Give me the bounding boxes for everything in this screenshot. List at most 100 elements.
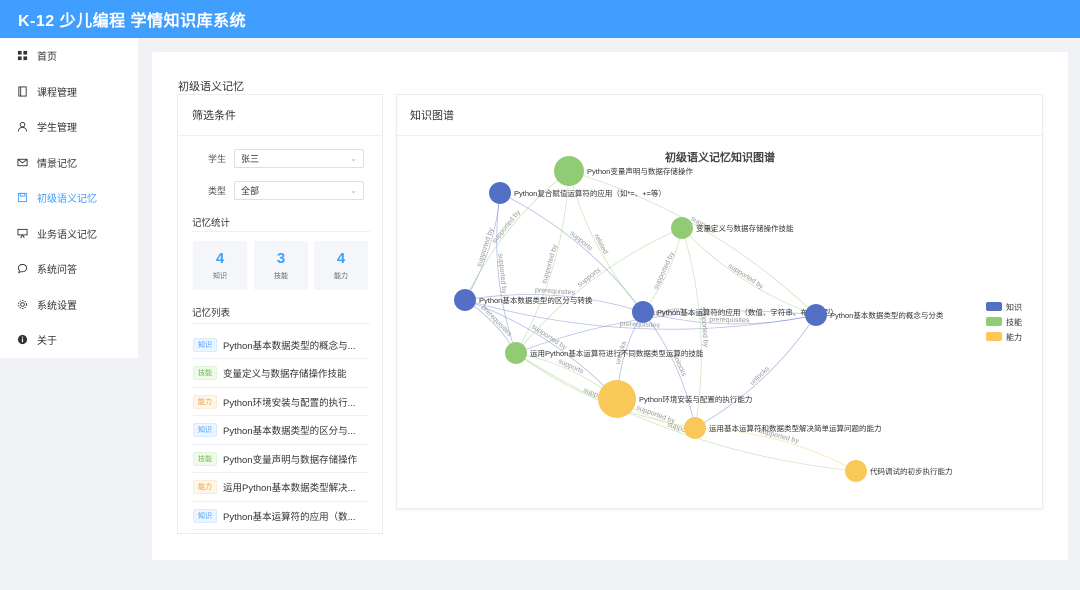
sidebar-item[interactable]: 情景记忆 — [0, 145, 138, 181]
memory-list-item[interactable]: 能力 运用Python基本数据类型解决... — [191, 474, 369, 502]
student-filter-row: 学生 张三 ⌄ — [178, 149, 384, 168]
graph-node-label: 运用基本运算符和数据类型解决简单运算问题的能力 — [709, 423, 882, 433]
student-select[interactable]: 张三 ⌄ — [234, 149, 364, 168]
filter-panel-header: 筛选条件 — [178, 95, 382, 136]
type-filter-row: 类型 全部 ⌄ — [178, 181, 384, 200]
stat-card: 4 知识 — [193, 241, 247, 290]
knowledge-graph[interactable]: 初级语义记忆知识图谱 supported by supported by suppor… — [397, 95, 1044, 510]
graph-node-label: 代码调试的初步执行能力 — [870, 466, 953, 476]
edge-label: supports — [577, 267, 603, 289]
legend-label[interactable]: 技能 — [1006, 317, 1022, 327]
graph-node-label: Python基本数据类型的区分与转换 — [479, 295, 593, 305]
graph-node[interactable] — [489, 182, 511, 204]
memory-type-tag: 知识 — [193, 423, 217, 437]
graph-edge — [694, 314, 817, 429]
sidebar-item-label: 课程管理 — [37, 87, 77, 99]
graph-node[interactable] — [554, 156, 584, 186]
list-title: 记忆列表 — [192, 308, 231, 319]
stat-card: 4 能力 — [314, 241, 368, 290]
type-select-value: 全部 — [241, 186, 260, 196]
student-select-value: 张三 — [241, 154, 260, 164]
graph-node[interactable] — [632, 301, 654, 323]
memory-list-item[interactable]: 知识 Python基本数据类型的区分与... — [191, 417, 369, 445]
edge-label: supports — [568, 230, 593, 253]
legend-label[interactable]: 知识 — [1006, 302, 1022, 312]
edge-label: supported by — [653, 251, 677, 291]
info-icon — [16, 334, 28, 346]
graph-node-label: 变量定义与数据存储操作技能 — [696, 223, 794, 233]
graph-node-label: 运用Python基本运算符进行不同数据类型运算的技能 — [530, 348, 704, 358]
stat-value: 4 — [215, 250, 225, 267]
memory-type-tag: 能力 — [193, 394, 217, 409]
book-icon — [16, 85, 28, 97]
graph-node-label: Python复合赋值运算符的应用（如*=、+=等） — [514, 188, 666, 198]
memory-list-item[interactable]: 知识 Python基本运算符的应用（数... — [191, 502, 369, 530]
mail-icon — [16, 156, 28, 168]
edge-label: prerequisites — [480, 304, 513, 338]
memory-list-item[interactable]: 技能 Python变量声明与数据存储操作 — [191, 445, 369, 473]
memory-list-item[interactable]: 技能 变量定义与数据存储操作技能 — [191, 360, 369, 388]
type-label: 类型 — [207, 186, 226, 196]
memory-text: Python基本运算符的应用（数... — [223, 511, 356, 523]
graph-node[interactable] — [684, 417, 706, 439]
chevron-down-icon: ⌄ — [350, 154, 357, 163]
graph-title: 初级语义记忆知识图谱 — [665, 150, 775, 164]
page-title: 初级语义记忆 — [178, 81, 244, 93]
graph-edge — [681, 227, 817, 316]
chat-icon — [16, 263, 28, 275]
sidebar-item[interactable]: 系统设置 — [0, 287, 138, 323]
sidebar-item[interactable]: 首页 — [0, 38, 138, 74]
graph-node[interactable] — [505, 342, 527, 364]
app-header: K-12 少儿编程 学情知识库系统 — [0, 0, 1080, 38]
memory-list-item[interactable]: 能力 Python环境安装与配置的执行... — [191, 388, 369, 416]
gear-icon — [16, 298, 28, 310]
stat-value: 3 — [276, 250, 286, 267]
memory-type-tag: 技能 — [193, 366, 217, 380]
stat-card: 3 技能 — [254, 241, 308, 290]
graph-edge — [464, 299, 517, 354]
graph-node-label: Python变量声明与数据存储操作 — [587, 166, 693, 176]
app-title: K-12 少儿编程 学情知识库系统 — [18, 13, 247, 30]
graph-node-label: Python环境安装与配置的执行能力 — [639, 394, 752, 404]
memory-text: Python环境安装与配置的执行... — [223, 397, 356, 409]
edge-label: prerequisites — [709, 317, 750, 325]
graph-node[interactable] — [454, 289, 476, 311]
sidebar-item-label: 关于 — [37, 336, 57, 348]
sidebar-item-label: 首页 — [37, 52, 57, 64]
sidebar-item[interactable]: 关于 — [0, 322, 138, 358]
memory-type-tag: 知识 — [193, 508, 217, 523]
memory-type-tag: 技能 — [193, 451, 217, 466]
legend-label[interactable]: 能力 — [1006, 332, 1022, 342]
divider — [192, 231, 370, 232]
sidebar-item-label: 系统问答 — [37, 265, 77, 277]
sidebar-item[interactable]: 系统问答 — [0, 251, 138, 287]
graph-edge — [515, 170, 570, 354]
save-icon — [16, 192, 28, 204]
memory-text: 运用Python基本数据类型解决... — [223, 483, 356, 494]
memory-text: Python变量声明与数据存储操作 — [223, 454, 358, 466]
stat-label: 知识 — [213, 273, 227, 280]
memory-type-tag: 能力 — [193, 480, 217, 494]
knowledge-graph-panel: 知识图谱 初级语义记忆知识图谱 supported by supported by s… — [396, 94, 1043, 509]
sidebar-item[interactable]: 业务语义记忆 — [0, 216, 138, 252]
chevron-down-icon: ⌄ — [350, 186, 357, 195]
sidebar-item[interactable]: 课程管理 — [0, 74, 138, 110]
graph-node[interactable] — [671, 217, 693, 239]
type-select[interactable]: 全部 ⌄ — [234, 181, 364, 200]
graph-node[interactable] — [805, 304, 827, 326]
edge-label: supported by — [541, 243, 559, 284]
graph-node[interactable] — [845, 460, 867, 482]
stats-title: 记忆统计 — [192, 218, 231, 229]
stat-value: 4 — [336, 250, 346, 267]
sidebar-item-label: 学生管理 — [37, 123, 77, 135]
sidebar-item[interactable]: 初级语义记忆 — [0, 180, 138, 216]
legend-swatch — [986, 302, 1002, 311]
sidebar-item-label: 初级语义记忆 — [37, 194, 97, 206]
presentation-icon — [16, 227, 28, 239]
legend-swatch — [986, 332, 1002, 341]
memory-list-item[interactable]: 知识 Python基本数据类型的概念与... — [191, 331, 369, 359]
legend-swatch — [986, 317, 1002, 326]
graph-node[interactable] — [598, 380, 636, 418]
sidebar-item-label: 情景记忆 — [37, 158, 77, 170]
sidebar-item[interactable]: 学生管理 — [0, 109, 138, 145]
